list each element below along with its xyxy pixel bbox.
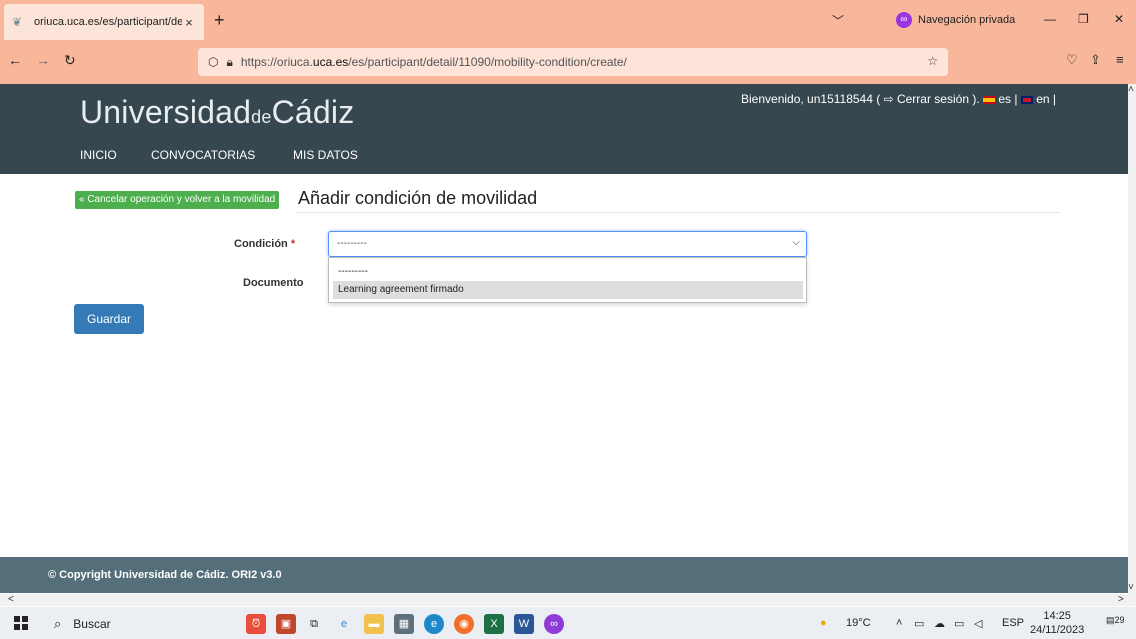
weather-icon[interactable]: ● xyxy=(820,617,827,629)
condition-select-value: --------- xyxy=(337,238,367,249)
clock-date: 24/11/2023 xyxy=(1030,624,1085,636)
horizontal-scrollbar[interactable]: < > xyxy=(0,594,1136,606)
chevron-down-icon: ⌵ xyxy=(792,237,800,248)
network-icon[interactable]: ▭ xyxy=(954,617,964,630)
word-icon[interactable]: W xyxy=(514,614,534,634)
scroll-left-icon[interactable]: < xyxy=(8,594,14,605)
lock-icon[interactable]: 🔒︎ xyxy=(226,55,232,70)
tracking-shield-icon[interactable]: ⬡ xyxy=(208,55,218,69)
tray-chevron-icon[interactable]: ˄ xyxy=(896,617,902,629)
windows-taskbar: ⌕ Buscar ⏰︎ ▣ ⧉ e ▬ ▦ e ◉ X W ∞ ● 19°C ˄… xyxy=(0,607,1136,639)
welcome-suffix: ). xyxy=(969,92,980,106)
site-footer: © Copyright Universidad de Cádiz. ORI2 v… xyxy=(0,557,1128,593)
vertical-scrollbar[interactable]: ˄ ˅ xyxy=(1128,84,1136,594)
logo-text-city: Cádiz xyxy=(271,94,355,130)
browser-tab-bar: ❦ oriuca.uca.es/es/participant/det × + ﹀… xyxy=(0,0,1136,40)
private-browsing-indicator: ∞ Navegación privada xyxy=(896,12,1015,28)
spain-flag-icon xyxy=(983,95,996,104)
pocket-icon[interactable]: ♡ xyxy=(1066,52,1078,68)
dropdown-option-learning-agreement[interactable]: Learning agreement firmado xyxy=(333,281,803,299)
url-path: /es/participant/detail/11090/mobility-co… xyxy=(348,55,627,69)
menu-icon[interactable]: ≡ xyxy=(1116,52,1124,67)
volume-muted-icon[interactable]: ◁ xyxy=(974,617,982,630)
firefox-private-icon[interactable]: ∞ xyxy=(544,614,564,634)
welcome-bar: Bienvenido, un15118544 ( ⇨ Cerrar sesión… xyxy=(741,92,1056,106)
cloud-icon[interactable]: ☁ xyxy=(934,617,945,630)
temperature-text: 19°C xyxy=(846,617,871,629)
search-icon: ⌕ xyxy=(54,616,62,631)
bookmark-star-icon[interactable]: ☆ xyxy=(927,54,938,68)
reload-icon[interactable]: ↻ xyxy=(64,52,76,69)
copyright-text: © Copyright Universidad de Cádiz. ORI2 v… xyxy=(48,569,282,581)
url-bar[interactable]: ⬡ 🔒︎ https://oriuca. uca.es/es/participan… xyxy=(198,48,948,76)
scroll-down-icon[interactable]: ˅ xyxy=(1128,582,1134,593)
gift-icon[interactable]: ▣ xyxy=(276,614,296,634)
alarm-clock-icon[interactable]: ⏰︎ xyxy=(246,614,266,634)
scroll-up-icon[interactable]: ˄ xyxy=(1128,84,1134,95)
calculator-icon[interactable]: ▦ xyxy=(394,614,414,634)
new-tab-button[interactable]: + xyxy=(214,10,225,31)
dropdown-option-empty[interactable]: --------- xyxy=(333,263,803,281)
url-prefix: https://oriuca. xyxy=(240,55,313,69)
logout-link[interactable]: Cerrar sesión xyxy=(897,92,969,106)
system-clock[interactable]: 14:25 24/11/2023 xyxy=(1030,609,1084,637)
tab-list-chevron-icon[interactable]: ﹀ xyxy=(832,12,844,29)
task-view-icon[interactable]: ⧉ xyxy=(304,614,324,634)
back-arrow-icon[interactable]: ← xyxy=(8,52,22,68)
university-logo[interactable]: UniversidaddeCádiz xyxy=(80,94,354,131)
taskbar-search-label: Buscar xyxy=(73,617,111,631)
window-close-icon[interactable]: ✕ xyxy=(1114,12,1124,26)
scroll-right-icon[interactable]: > xyxy=(1118,594,1124,605)
save-button[interactable]: Guardar xyxy=(74,304,144,334)
firefox-icon[interactable]: ◉ xyxy=(454,614,474,634)
welcome-text: Bienvenido, un15118544 ( xyxy=(741,92,884,106)
lang-en-link[interactable]: en xyxy=(1036,92,1049,106)
uca-favicon-icon: ❦ xyxy=(12,15,23,29)
condition-label: Condición * xyxy=(234,238,295,250)
internet-explorer-icon[interactable]: e xyxy=(334,614,354,634)
condition-label-text: Condición xyxy=(234,238,288,250)
file-explorer-icon[interactable]: ▬ xyxy=(364,614,384,634)
tab-title: oriuca.uca.es/es/participant/det xyxy=(34,16,182,28)
title-divider xyxy=(296,212,1060,213)
minimize-icon[interactable]: — xyxy=(1044,12,1056,26)
nav-inicio[interactable]: INICIO xyxy=(80,148,117,162)
notifications-icon[interactable]: ▤29 xyxy=(1106,615,1125,633)
site-header: UniversidaddeCádiz Bienvenido, un1511854… xyxy=(0,84,1128,174)
notification-count: 29 xyxy=(1114,615,1125,625)
tab-close-icon[interactable]: × xyxy=(182,15,196,30)
tray-app-icon[interactable]: ▭ xyxy=(914,617,924,630)
page-title: Añadir condición de movilidad xyxy=(298,188,538,208)
edge-icon[interactable]: e xyxy=(424,614,444,634)
private-mask-icon: ∞ xyxy=(896,12,912,28)
condition-dropdown-list: --------- Learning agreement firmado xyxy=(328,257,807,303)
url-domain: uca.es xyxy=(312,55,349,69)
logout-icon[interactable]: ⇨ xyxy=(884,92,894,106)
windows-start-icon[interactable] xyxy=(14,616,28,630)
language-indicator[interactable]: ESP xyxy=(1002,617,1024,629)
nav-convocatorias[interactable]: CONVOCATORIAS xyxy=(151,148,255,162)
browser-tab[interactable]: ❦ oriuca.uca.es/es/participant/det × xyxy=(4,4,204,40)
private-browsing-label: Navegación privada xyxy=(918,14,1016,26)
document-label: Documento xyxy=(243,277,304,289)
excel-icon[interactable]: X xyxy=(484,614,504,634)
nav-mis-datos[interactable]: MIS DATOS xyxy=(293,148,358,162)
lang-es-link[interactable]: es xyxy=(998,92,1011,106)
required-marker: * xyxy=(290,238,296,250)
forward-arrow-icon[interactable]: → xyxy=(36,52,50,68)
logo-text-main: Universidad xyxy=(80,94,252,130)
taskbar-search[interactable]: ⌕ Buscar xyxy=(46,611,230,637)
uk-flag-icon xyxy=(1020,95,1033,104)
restore-icon[interactable]: ❐ xyxy=(1078,12,1089,26)
condition-select[interactable]: --------- ⌵ xyxy=(328,231,807,257)
logo-text-de: de xyxy=(251,107,272,127)
share-icon[interactable]: ⇪ xyxy=(1090,52,1101,68)
cancel-button[interactable]: « Cancelar operación y volver a la movil… xyxy=(75,191,280,209)
clock-time: 14:25 xyxy=(1043,610,1071,622)
